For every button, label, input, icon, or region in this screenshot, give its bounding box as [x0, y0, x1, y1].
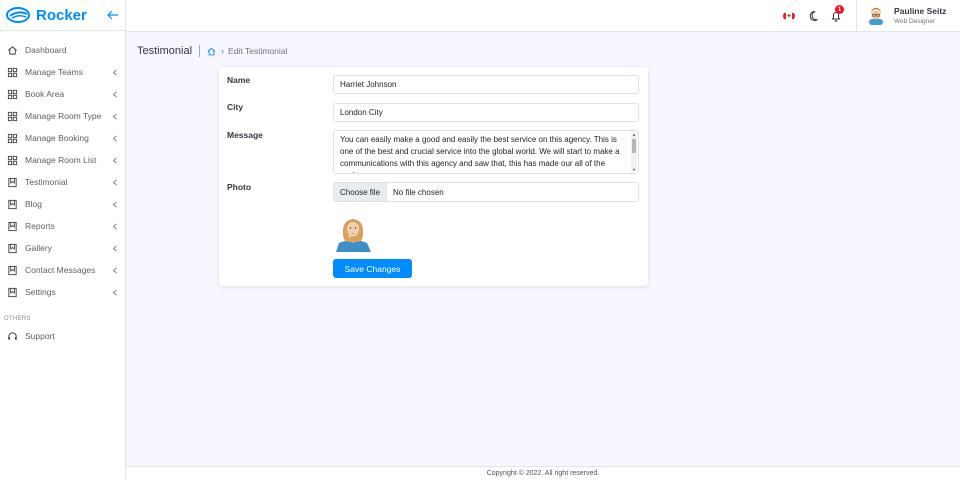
sidebar-menu: Dashboard Manage Teams Book Area Manage Roo…: [0, 31, 125, 303]
chevron-left-icon: [112, 134, 117, 142]
canada-flag-icon[interactable]: [783, 10, 795, 22]
choose-file-button[interactable]: Choose file: [334, 183, 388, 201]
topbar: 1 Pauline Seitz Web Designer: [126, 0, 960, 32]
grid-icon: [7, 89, 18, 99]
scroll-up-icon[interactable]: ▲: [631, 132, 637, 137]
sidebar: Rocker Dashboard Manage Teams Book Area Man…: [0, 0, 126, 480]
sidebar-item-label: Dashboard: [25, 45, 67, 55]
page-title: Testimonial: [137, 45, 201, 57]
sidebar-item-contact-messages[interactable]: Contact Messages: [0, 259, 125, 281]
chevron-left-icon: [112, 156, 117, 164]
grid-icon: [7, 133, 18, 143]
bookmark-icon: [8, 199, 17, 209]
sidebar-item-label: Blog: [25, 199, 43, 209]
chevron-left-icon: [112, 266, 117, 274]
sidebar-item-reports[interactable]: Reports: [0, 215, 125, 237]
sidebar-item-manage-teams[interactable]: Manage Teams: [0, 61, 125, 83]
sidebar-item-manage-booking[interactable]: Manage Booking: [0, 127, 125, 149]
sidebar-item-support[interactable]: Support: [0, 325, 125, 347]
bookmark-icon: [8, 177, 17, 187]
bookmark-icon: [8, 265, 17, 275]
sidebar-item-book-area[interactable]: Book Area: [0, 83, 125, 105]
grid-icon: [7, 111, 18, 121]
sidebar-item-dashboard[interactable]: Dashboard: [0, 39, 125, 61]
chevron-left-icon: [112, 222, 117, 230]
home-icon: [8, 45, 17, 55]
bookmark-icon: [8, 287, 17, 297]
message-scrollbar[interactable]: ▲ ▼: [631, 132, 637, 172]
sidebar-item-label: Gallery: [25, 243, 52, 253]
sidebar-item-testimonial[interactable]: Testimonial: [0, 171, 125, 193]
chevron-left-icon: [112, 288, 117, 296]
breadcrumb-current: Edit Testimonial: [228, 46, 288, 56]
sidebar-item-settings[interactable]: Settings: [0, 281, 125, 303]
notification-badge: 1: [835, 5, 844, 14]
grid-icon: [7, 155, 18, 165]
chevron-left-icon: [112, 244, 117, 252]
brand-name: Rocker: [36, 6, 87, 24]
save-changes-button[interactable]: Save Changes: [333, 259, 412, 278]
sidebar-item-label: Manage Room List: [25, 155, 97, 165]
scroll-down-icon[interactable]: ▼: [631, 167, 637, 172]
message-textarea[interactable]: You can easily make a good and easily th…: [333, 130, 639, 174]
city-input[interactable]: London City: [333, 103, 639, 122]
sidebar-item-label: Contact Messages: [25, 265, 96, 275]
photo-file-input[interactable]: Choose file No file chosen: [333, 182, 639, 202]
edit-testimonial-card: Name Harriet Johnson City London City Me…: [219, 67, 648, 286]
user-role: Web Designer: [894, 18, 936, 25]
chevron-right-icon: ›: [221, 46, 225, 56]
grid-icon: [7, 67, 18, 77]
chevron-left-icon: [112, 112, 117, 120]
message-text: You can easily make a good and easily th…: [340, 135, 620, 173]
sidebar-item-blog[interactable]: Blog: [0, 193, 125, 215]
message-label: Message: [227, 130, 263, 140]
sidebar-item-label: Settings: [25, 287, 56, 297]
name-label: Name: [227, 75, 251, 85]
footer: Copyright © 2022. All right reserved.: [126, 466, 960, 480]
brand: Rocker: [0, 0, 125, 31]
photo-label: Photo: [227, 182, 252, 192]
home-icon[interactable]: [207, 47, 216, 56]
sidebar-item-label: Manage Booking: [25, 133, 89, 143]
headset-icon: [8, 331, 17, 340]
city-label: City: [227, 102, 244, 112]
menu-section-others: OTHERS: [4, 316, 31, 322]
sidebar-item-label: Book Area: [25, 89, 65, 99]
sidebar-item-label: Manage Room Type: [25, 111, 102, 121]
bookmark-icon: [8, 243, 17, 253]
logo-icon: [6, 7, 30, 23]
name-input[interactable]: Harriet Johnson: [333, 75, 639, 94]
breadcrumb: Testimonial › Edit Testimonial: [137, 44, 287, 58]
arrow-left-icon[interactable]: [107, 9, 119, 21]
avatar: [869, 7, 883, 25]
sidebar-item-manage-room-type[interactable]: Manage Room Type: [0, 105, 125, 127]
bookmark-icon: [8, 221, 17, 231]
chevron-left-icon: [112, 200, 117, 208]
sidebar-item-label: Support: [25, 331, 55, 341]
chevron-left-icon: [112, 178, 117, 186]
scroll-thumb[interactable]: [632, 139, 636, 153]
sidebar-item-gallery[interactable]: Gallery: [0, 237, 125, 259]
sidebar-item-label: Testimonial: [25, 177, 68, 187]
chevron-left-icon: [112, 90, 117, 98]
moon-icon[interactable]: [809, 10, 821, 22]
user-name: Pauline Seitz: [894, 6, 947, 16]
file-status: No file chosen: [393, 187, 444, 197]
sidebar-item-label: Reports: [25, 221, 55, 231]
testimonial-photo: [333, 212, 373, 252]
user-menu[interactable]: Pauline Seitz Web Designer: [856, 0, 960, 32]
sidebar-item-manage-room-list[interactable]: Manage Room List: [0, 149, 125, 171]
sidebar-item-label: Manage Teams: [25, 67, 83, 77]
chevron-left-icon: [112, 68, 117, 76]
